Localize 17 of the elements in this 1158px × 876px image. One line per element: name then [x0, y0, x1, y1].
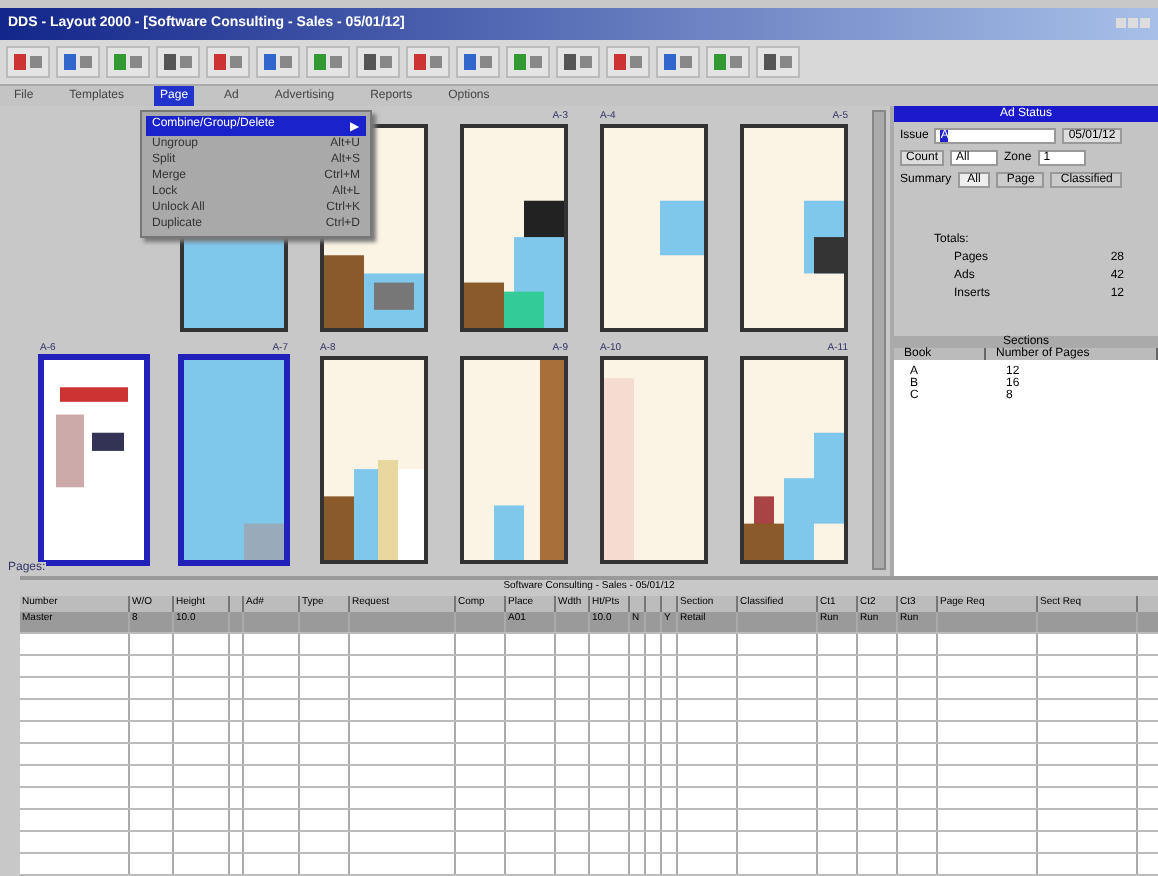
toolbar-icon[interactable]	[606, 45, 650, 78]
scrollbar[interactable]	[872, 110, 886, 571]
toolbar-icon[interactable]	[356, 45, 400, 78]
toolbar-icon[interactable]	[206, 45, 250, 78]
toolbar-icon[interactable]	[256, 45, 300, 78]
toolbar-icon[interactable]	[6, 45, 50, 78]
toolbar-icon[interactable]	[406, 45, 450, 78]
toolbar-icon[interactable]	[656, 45, 700, 78]
toolbar-icon[interactable]	[506, 45, 550, 78]
toolbar-icon[interactable]	[456, 45, 500, 78]
toolbar-icon[interactable]	[306, 45, 350, 78]
toolbar-icon[interactable]	[756, 45, 800, 78]
toolbar-icon[interactable]	[556, 45, 600, 78]
toolbar-icon[interactable]	[706, 45, 750, 78]
toolbar-icon[interactable]	[156, 45, 200, 78]
toolbar-icon[interactable]	[56, 45, 100, 78]
toolbar-icon[interactable]	[106, 45, 150, 78]
